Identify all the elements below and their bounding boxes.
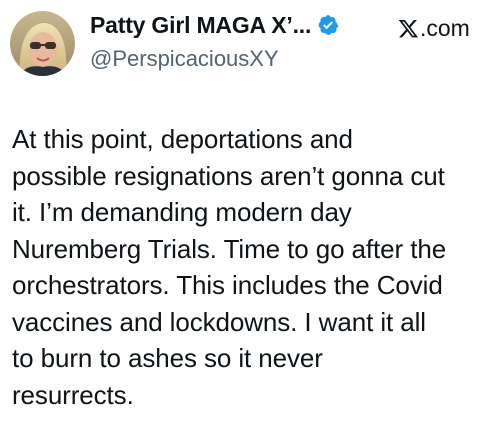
author-name-row: Patty Girl MAGA X’...	[90, 11, 339, 39]
author-name[interactable]: Patty Girl MAGA X’...	[90, 12, 311, 39]
tweet-text: At this point, deportations and possible…	[12, 124, 447, 410]
profile-photo-icon	[10, 11, 75, 76]
author-handle[interactable]: @PerspicaciousXY	[90, 46, 279, 72]
source-domain: .com	[420, 15, 470, 41]
tweet-header: Patty Girl MAGA X’... .com @Perspicaciou…	[0, 0, 500, 90]
x-logo-icon	[398, 18, 419, 39]
avatar[interactable]	[10, 11, 75, 76]
verified-badge-icon	[317, 14, 339, 36]
tweet-card: Patty Girl MAGA X’... .com @Perspicaciou…	[0, 0, 500, 448]
source-label: .com	[398, 15, 470, 42]
